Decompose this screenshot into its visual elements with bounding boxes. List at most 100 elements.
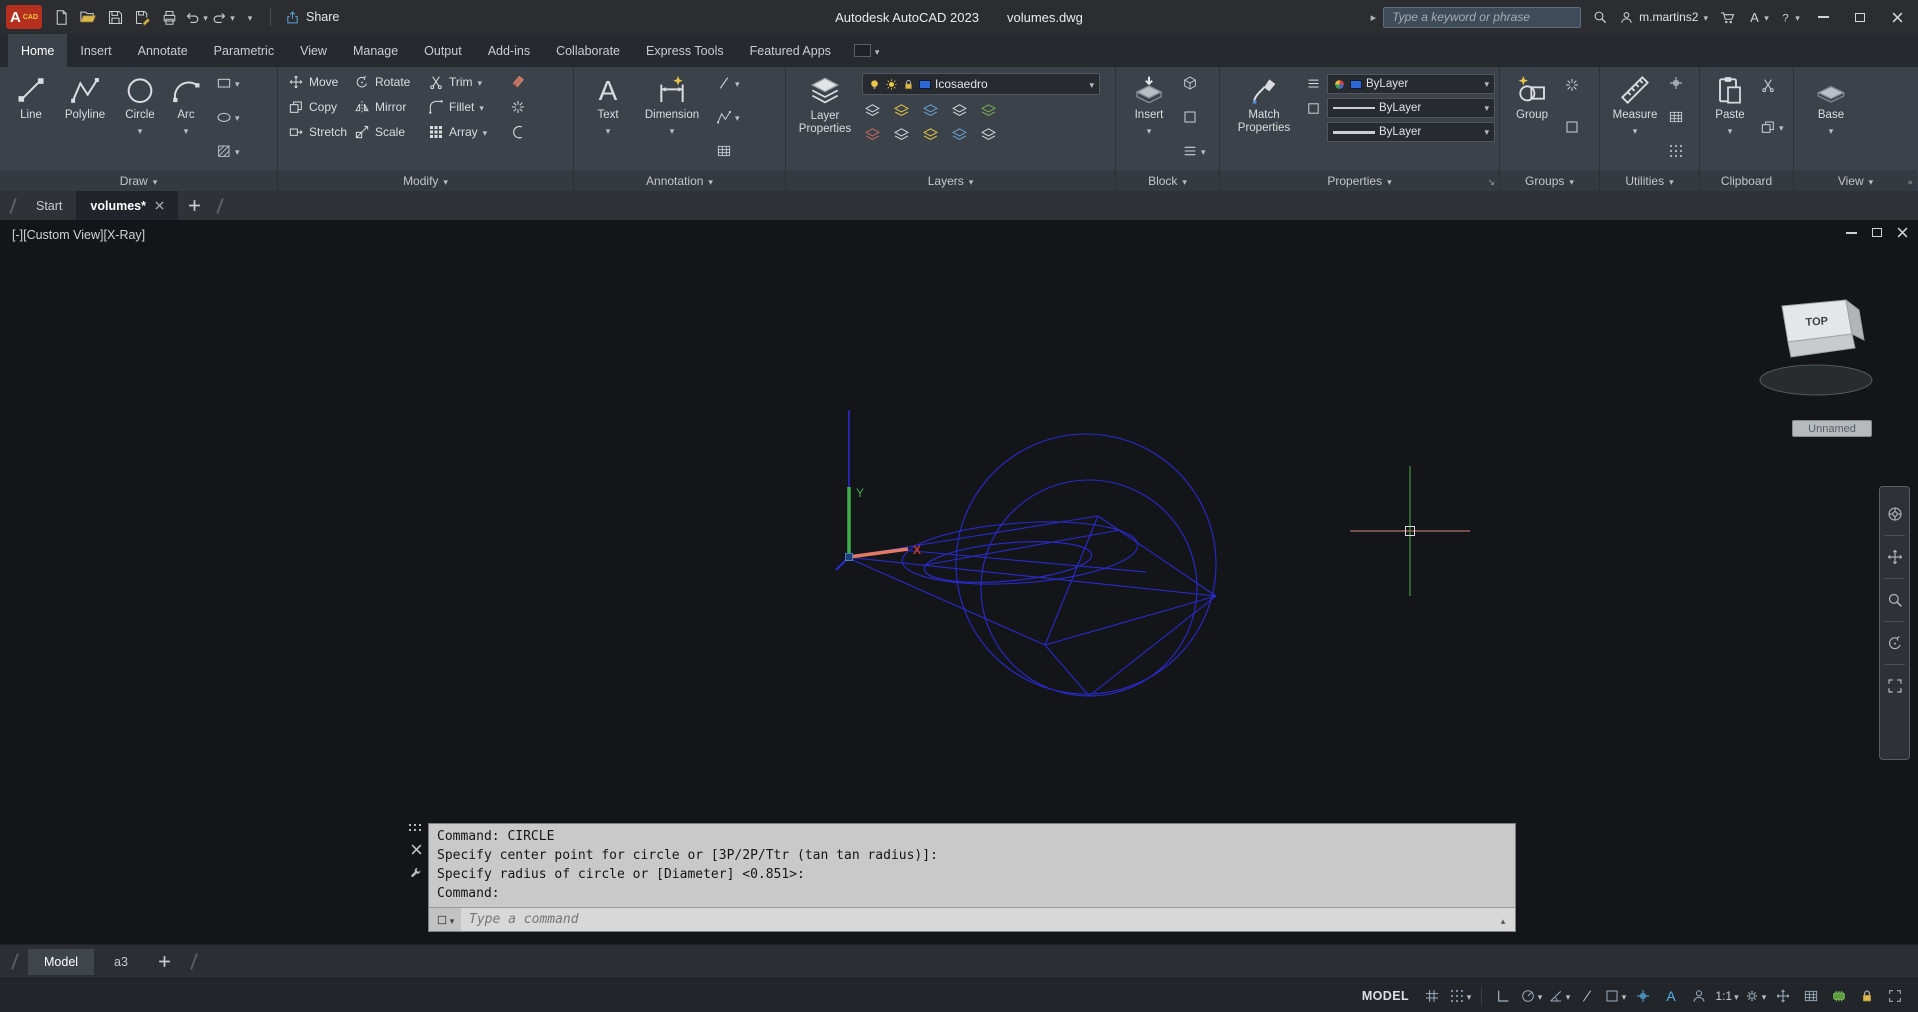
insert-block-button[interactable]: Insert <box>1124 69 1174 137</box>
tab-insert[interactable]: Insert <box>67 34 124 67</box>
join-button[interactable] <box>510 124 538 140</box>
ortho-toggle[interactable] <box>1490 984 1516 1008</box>
palette-customize-icon[interactable] <box>409 866 423 880</box>
tab-start[interactable]: Start <box>22 191 76 220</box>
search-icon[interactable] <box>1588 5 1612 29</box>
layer-properties-button[interactable]: Layer Properties <box>794 70 856 135</box>
grid-toggle[interactable] <box>1419 984 1445 1008</box>
line-button[interactable]: Line <box>8 69 54 122</box>
showmotion-icon[interactable] <box>1880 665 1909 707</box>
layer-match-tool-icon[interactable] <box>980 102 997 119</box>
command-recent-icon[interactable] <box>429 908 461 931</box>
help-button[interactable] <box>1777 5 1801 29</box>
full-navigation-wheel-icon[interactable] <box>1880 493 1909 535</box>
ribbon-overflow-icon[interactable]: » <box>1907 178 1913 188</box>
search-expand-icon[interactable]: ▸ <box>1371 11 1377 24</box>
multileader-button[interactable] <box>716 109 740 125</box>
undo-button[interactable] <box>184 5 208 29</box>
polar-tracking-toggle[interactable] <box>1518 984 1544 1008</box>
fillet-button[interactable]: Fillet <box>428 99 510 115</box>
properties-list-icon[interactable] <box>1306 76 1321 91</box>
new-layout-button[interactable] <box>148 955 181 968</box>
snap-toggle[interactable] <box>1447 984 1473 1008</box>
search-input[interactable] <box>1383 6 1582 28</box>
arc-button[interactable]: Arc <box>166 69 206 137</box>
polyline-button[interactable]: Polyline <box>56 69 114 122</box>
model-space-indicator[interactable]: MODEL <box>1362 989 1409 1003</box>
scale-button[interactable]: Scale <box>354 124 428 140</box>
layer-isolate-tool-icon[interactable] <box>893 102 910 119</box>
object-snap-toggle[interactable] <box>1602 984 1628 1008</box>
annotation-visibility-toggle[interactable] <box>1658 984 1684 1008</box>
autoscale-toggle[interactable] <box>1686 984 1712 1008</box>
text-button[interactable]: Text <box>584 69 632 137</box>
stretch-button[interactable]: Stretch <box>288 124 354 140</box>
redo-button[interactable] <box>211 5 235 29</box>
view-name-badge[interactable]: Unnamed <box>1792 420 1872 437</box>
panel-label-annotation[interactable]: Annotation <box>574 170 785 191</box>
lineweight-dropdown[interactable]: ByLayer <box>1327 122 1495 142</box>
ellipse-button[interactable] <box>216 109 240 125</box>
cart-icon[interactable] <box>1715 5 1739 29</box>
layer-unisolate-tool-icon[interactable] <box>864 126 881 143</box>
annotation-monitor-toggle[interactable] <box>1770 984 1796 1008</box>
units-toggle[interactable] <box>1798 984 1824 1008</box>
close-tab-icon[interactable] <box>155 201 164 210</box>
clean-screen-toggle[interactable] <box>1882 984 1908 1008</box>
layer-walk-tool-icon[interactable] <box>980 126 997 143</box>
redo-caret[interactable] <box>230 10 235 24</box>
rotate-button[interactable]: Rotate <box>354 74 428 90</box>
move-button[interactable]: Move <box>288 74 354 90</box>
layer-unlock-tool-icon[interactable] <box>922 126 939 143</box>
cut-button[interactable] <box>1760 77 1784 93</box>
tab-addins[interactable]: Add-ins <box>475 34 543 67</box>
id-point-button[interactable] <box>1668 143 1684 159</box>
hardware-acceleration-toggle[interactable] <box>1826 984 1852 1008</box>
panel-label-block[interactable]: Block <box>1116 170 1219 191</box>
tab-view[interactable]: View <box>287 34 340 67</box>
erase-button[interactable] <box>510 74 538 90</box>
tab-output[interactable]: Output <box>411 34 475 67</box>
save-as-button[interactable] <box>130 5 154 29</box>
layer-freeze-tool-icon[interactable] <box>922 102 939 119</box>
command-expand-icon[interactable] <box>1491 913 1515 927</box>
undo-caret[interactable] <box>203 10 208 24</box>
open-file-button[interactable] <box>76 5 100 29</box>
layer-lock-tool-icon[interactable] <box>951 102 968 119</box>
new-drawing-button[interactable] <box>178 191 211 220</box>
tab-home[interactable]: Home <box>8 34 68 67</box>
hatch-button[interactable] <box>216 143 240 159</box>
tab-model[interactable]: Model <box>28 948 95 975</box>
layer-current-tool-icon[interactable] <box>951 126 968 143</box>
tab-parametric[interactable]: Parametric <box>201 34 287 67</box>
maximize-button[interactable] <box>1845 3 1875 31</box>
command-history[interactable]: Command: CIRCLE Specify center point for… <box>429 824 1515 907</box>
quick-select-button[interactable] <box>1668 75 1684 91</box>
orbit-icon[interactable] <box>1880 622 1909 664</box>
quick-calc-button[interactable] <box>1668 109 1684 125</box>
qat-customize-button[interactable] <box>238 5 262 29</box>
group-button[interactable]: Group <box>1508 69 1556 122</box>
layer-thaw-tool-icon[interactable] <box>893 126 910 143</box>
tab-annotate[interactable]: Annotate <box>125 34 201 67</box>
trim-button[interactable]: Trim <box>428 74 510 90</box>
palette-close-icon[interactable] <box>411 844 422 855</box>
minimize-button[interactable] <box>1808 3 1838 31</box>
close-button[interactable] <box>1882 3 1912 31</box>
match-properties-button[interactable]: Match Properties <box>1228 69 1300 134</box>
panel-label-utilities[interactable]: Utilities <box>1600 170 1699 191</box>
tab-drawing-volumes[interactable]: volumes* <box>76 191 178 220</box>
tab-collaborate[interactable]: Collaborate <box>543 34 633 67</box>
measure-button[interactable]: Measure <box>1608 69 1662 137</box>
workspace-switching-gear[interactable] <box>1742 984 1768 1008</box>
share-button[interactable]: Share <box>279 10 345 25</box>
dynamic-input-toggle[interactable] <box>1630 984 1656 1008</box>
copy-button[interactable]: Copy <box>288 99 354 115</box>
plot-button[interactable] <box>157 5 181 29</box>
tab-express-tools[interactable]: Express Tools <box>633 34 737 67</box>
tab-layout-a3[interactable]: a3 <box>106 949 136 975</box>
group-edit-button[interactable] <box>1564 119 1580 135</box>
object-snap-tracking-toggle[interactable] <box>1574 984 1600 1008</box>
isolate-objects-toggle[interactable] <box>1854 984 1880 1008</box>
layer-dropdown[interactable]: Icosaedro <box>862 73 1100 95</box>
